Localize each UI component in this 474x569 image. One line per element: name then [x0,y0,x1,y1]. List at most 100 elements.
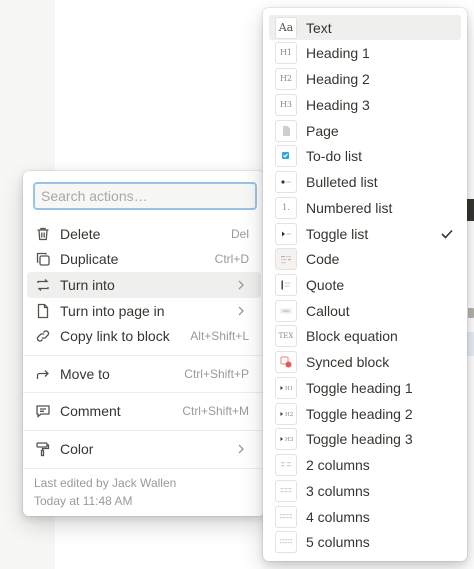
action-move-to[interactable]: Move to Ctrl+Shift+P [27,361,261,387]
type-label: 2 columns [306,456,370,473]
page-icon [34,302,52,320]
menu-divider [23,355,265,356]
type-heading-1[interactable]: H1 Heading 1 [269,40,461,65]
action-label: Turn into page in [60,303,165,319]
action-label: Duplicate [60,251,119,267]
type-label: Text [306,19,332,36]
type-label: Heading 3 [306,96,370,113]
action-label: Copy link to block [60,328,170,344]
heading-2-icon: H2 [275,67,297,90]
synced-block-icon [275,350,297,373]
text-block-icon: Aa [275,16,297,39]
action-shortcut: Del [230,227,249,241]
type-heading-3[interactable]: H3 Heading 3 [269,92,461,117]
action-shortcut: Ctrl+Shift+P [184,367,249,381]
chevron-right-icon [237,306,247,316]
paint-roller-icon [34,440,52,458]
last-edited-by: Last edited by Jack Wallen [34,476,177,490]
type-quote[interactable]: Quote [269,272,461,297]
type-label: Toggle heading 1 [306,379,413,396]
page-content-edge-icon [468,308,474,318]
type-numbered-list[interactable]: 1. Numbered list [269,195,461,220]
type-label: 4 columns [306,508,370,525]
toggle-heading-3-icon: H3 [275,427,297,450]
search-actions-field[interactable] [33,182,257,210]
last-edited-time: Today at 11:48 AM [34,494,133,508]
type-code[interactable]: Code [269,246,461,271]
duplicate-icon [34,250,52,268]
type-todo-list[interactable]: To-do list [269,143,461,168]
type-5-columns[interactable]: 5 columns [269,529,461,554]
action-turn-into[interactable]: Turn into [27,272,261,298]
type-text[interactable]: Aa Text [269,15,461,40]
type-label: Toggle heading 3 [306,430,413,447]
type-label: Code [306,250,340,267]
type-label: To-do list [306,147,363,164]
action-label: Turn into [60,277,115,293]
action-shortcut: Ctrl+D [214,252,249,266]
type-toggle-heading-2[interactable]: H2 Toggle heading 2 [269,401,461,426]
action-shortcut: Ctrl+Shift+M [182,404,249,418]
bulleted-list-icon [275,170,297,193]
type-toggle-heading-1[interactable]: H1 Toggle heading 1 [269,375,461,400]
block-actions-menu: Delete Del Duplicate Ctrl+D Turn into [23,171,265,516]
toggle-heading-2-icon: H2 [275,402,297,425]
type-4-columns[interactable]: 4 columns [269,504,461,529]
type-2-columns[interactable]: 2 columns [269,452,461,477]
quote-block-icon [275,273,297,296]
code-block-icon [275,247,297,270]
action-comment[interactable]: Comment Ctrl+Shift+M [27,398,261,424]
search-actions-input[interactable] [41,188,249,204]
type-label: Quote [306,276,345,293]
type-label: Toggle list [306,225,369,242]
turn-into-icon [34,276,52,294]
turn-into-menu: Aa Text H1 Heading 1 H2 Heading 2 H3 Hea… [263,8,467,561]
type-synced-block[interactable]: Synced block [269,349,461,374]
type-label: Synced block [306,353,390,370]
link-icon [34,327,52,345]
heading-1-icon: H1 [275,41,297,64]
action-label: Move to [60,366,110,382]
equation-block-icon: TEX [275,324,297,347]
type-label: 3 columns [306,482,370,499]
type-block-equation[interactable]: TEX Block equation [269,323,461,348]
page-content-edge [466,199,474,221]
menu-divider [23,430,265,431]
type-toggle-heading-3[interactable]: H3 Toggle heading 3 [269,426,461,451]
two-columns-icon [275,453,297,476]
type-label: Toggle heading 2 [306,405,413,422]
action-delete[interactable]: Delete Del [27,221,261,247]
type-page[interactable]: Page [269,118,461,143]
action-color[interactable]: Color [27,436,261,462]
todo-list-icon [275,144,297,167]
svg-text:H2: H2 [285,412,293,418]
trash-icon [34,225,52,243]
action-turn-into-page-in[interactable]: Turn into page in [27,298,261,324]
svg-text:H3: H3 [285,437,294,443]
five-columns-icon [275,530,297,553]
three-columns-icon [275,479,297,502]
svg-text:H1: H1 [285,386,293,392]
menu-divider [23,392,265,393]
action-copy-link[interactable]: Copy link to block Alt+Shift+L [27,323,261,349]
type-bulleted-list[interactable]: Bulleted list [269,169,461,194]
chevron-right-icon [237,280,247,290]
type-label: Heading 1 [306,44,370,61]
type-label: Bulleted list [306,173,378,190]
heading-3-icon: H3 [275,93,297,116]
type-label: Page [306,122,339,139]
type-label: Numbered list [306,199,393,216]
menu-divider [23,468,265,469]
type-3-columns[interactable]: 3 columns [269,478,461,503]
checkmark-icon [441,227,455,241]
type-heading-2[interactable]: H2 Heading 2 [269,66,461,91]
action-duplicate[interactable]: Duplicate Ctrl+D [27,246,261,272]
callout-block-icon [275,299,297,322]
type-callout[interactable]: Callout [269,298,461,323]
type-toggle-list[interactable]: Toggle list [269,221,461,246]
numbered-list-icon: 1. [275,196,297,219]
type-label: 5 columns [306,533,370,550]
action-shortcut: Alt+Shift+L [190,329,249,343]
type-label: Block equation [306,327,398,344]
toggle-list-icon [275,222,297,245]
